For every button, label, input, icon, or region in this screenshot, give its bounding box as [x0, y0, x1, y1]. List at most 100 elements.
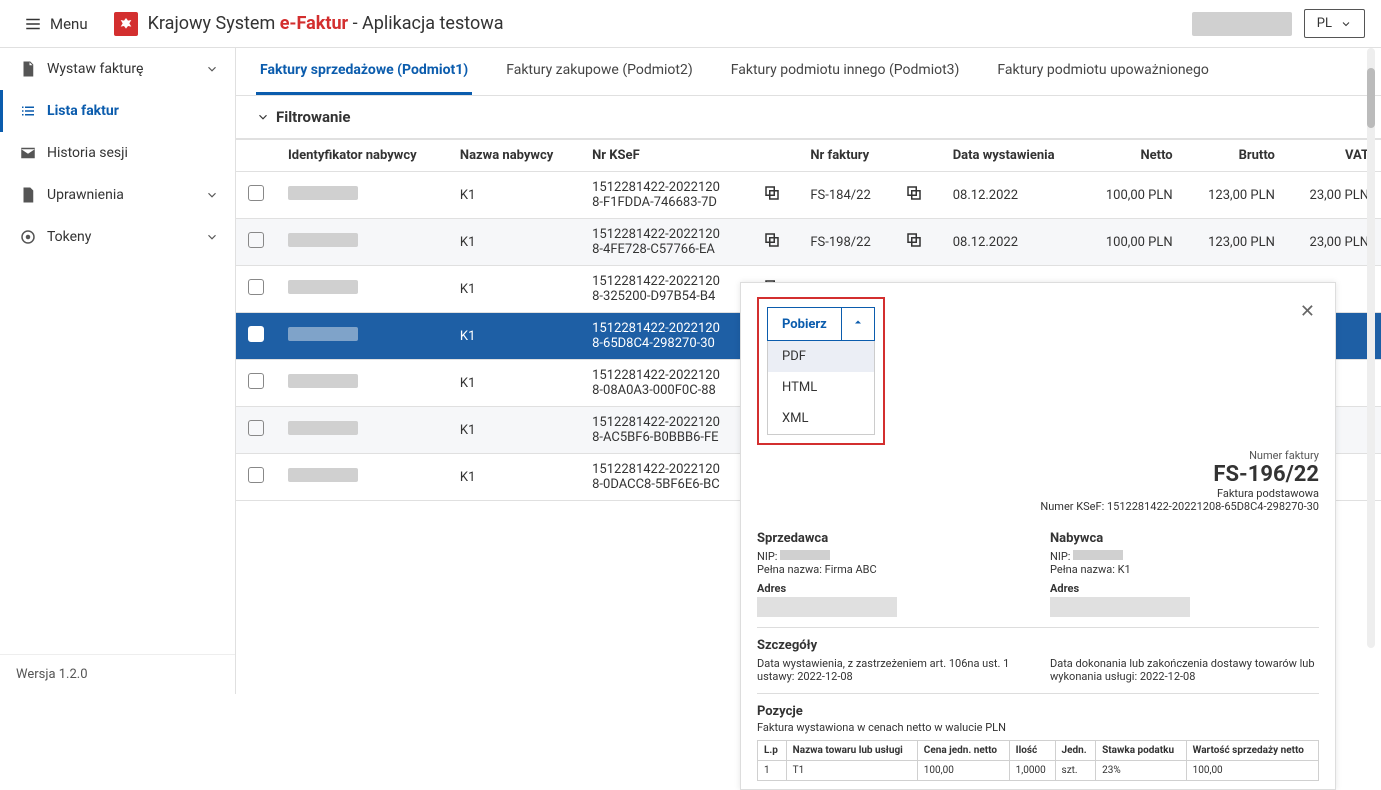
file-icon: [19, 186, 37, 204]
cell-buyer: K1: [448, 172, 580, 219]
redacted: [757, 597, 897, 617]
positions-block: Pozycje Faktura wystawiona w cenach nett…: [757, 704, 1319, 781]
table-row[interactable]: K11512281422-20221208-4FE728-C57766-EAFS…: [236, 219, 1381, 266]
document-icon: [19, 60, 37, 78]
cell-buyer: K1: [448, 266, 580, 313]
app-title: Krajowy System e-Faktur - Aplikacja test…: [148, 13, 504, 34]
chevron-up-icon: [852, 316, 864, 328]
redacted: [1050, 597, 1190, 617]
app-header: Menu Krajowy System e-Faktur - Aplikacja…: [0, 0, 1381, 48]
redacted: [288, 421, 358, 435]
download-button[interactable]: Pobierz: [767, 307, 842, 341]
redacted: [288, 186, 358, 200]
sidebar-item-label: Uprawnienia: [47, 187, 195, 203]
pos-th: Wartość sprzedaży netto: [1186, 741, 1318, 761]
download-option-pdf[interactable]: PDF: [768, 341, 874, 372]
menu-button[interactable]: Menu: [16, 11, 96, 37]
sidebar-item-permissions[interactable]: Uprawnienia: [0, 174, 235, 216]
title-brand-faktur: Faktur: [297, 13, 349, 34]
copy-icon[interactable]: [763, 231, 781, 249]
row-checkbox[interactable]: [248, 326, 264, 342]
copy-icon[interactable]: [763, 184, 781, 202]
positions-heading: Pozycje: [757, 704, 1319, 719]
title-prefix: Krajowy System: [148, 13, 280, 34]
logo-wrap: Krajowy System e-Faktur - Aplikacja test…: [114, 12, 504, 36]
tabs: Faktury sprzedażowe (Podmiot1) Faktury z…: [236, 48, 1381, 96]
pos-th: Stawka podatku: [1096, 741, 1187, 761]
filter-toggle[interactable]: Filtrowanie: [236, 96, 1381, 139]
sidebar-item-label: Historia sesji: [47, 145, 219, 161]
table-row[interactable]: K11512281422-20221208-F1FDDA-746683-7DFS…: [236, 172, 1381, 219]
invoice-type: Faktura podstawowa: [757, 487, 1319, 500]
close-panel-button[interactable]: ✕: [1296, 297, 1319, 326]
sidebar: Wystaw fakturę Lista faktur Historia ses…: [0, 48, 236, 694]
invoice-nr-label: Numer faktury: [757, 449, 1319, 462]
sidebar-item-label: Wystaw fakturę: [47, 61, 195, 77]
details-block: Szczegóły Data wystawienia, z zastrzeżen…: [757, 628, 1319, 694]
hamburger-icon: [24, 15, 42, 33]
chevron-down-icon: [205, 230, 219, 244]
cell-brutto: 123,00 PLN: [1185, 172, 1287, 219]
pos-th: Nazwa towaru lub usługi: [786, 741, 917, 761]
pos-td: 1: [758, 761, 787, 781]
th-netto: Netto: [1082, 140, 1184, 172]
download-highlight: Pobierz PDF HTML XML: [757, 297, 885, 445]
sidebar-item-issue-invoice[interactable]: Wystaw fakturę: [0, 48, 235, 90]
row-checkbox[interactable]: [248, 467, 264, 483]
tab-authorized-entity[interactable]: Faktury podmiotu upoważnionego: [993, 48, 1212, 95]
th-ksef: Nr KSeF: [580, 140, 751, 172]
tab-sales-invoices[interactable]: Faktury sprzedażowe (Podmiot1): [256, 48, 472, 95]
invoice-detail-panel: Pobierz PDF HTML XML ✕ Numer faktury FS-…: [740, 282, 1336, 790]
cell-buyer: K1: [448, 407, 580, 454]
cell-buyer: K1: [448, 219, 580, 266]
redacted: [288, 374, 358, 388]
cell-ksef: 1512281422-20221208-08A0A3-000F0C-88: [580, 360, 751, 407]
sidebar-item-tokens[interactable]: Tokeny: [0, 216, 235, 258]
pos-td: szt.: [1055, 761, 1096, 781]
positions-table: L.pNazwa towaru lub usługiCena jedn. net…: [757, 740, 1319, 781]
cell-buyer: K1: [448, 360, 580, 407]
cell-ksef: 1512281422-20221208-325200-D97B54-B4: [580, 266, 751, 313]
redacted: [288, 280, 358, 294]
row-checkbox[interactable]: [248, 420, 264, 436]
row-checkbox[interactable]: [248, 185, 264, 201]
list-icon: [19, 102, 37, 120]
pos-td: 1,0000: [1009, 761, 1055, 781]
pos-td: T1: [786, 761, 917, 781]
invoice-nr: FS-196/22: [757, 462, 1319, 487]
invoice-ksef: Numer KSeF: 1512281422-20221208-65D8C4-2…: [757, 500, 1319, 513]
tab-other-entity[interactable]: Faktury podmiotu innego (Podmiot3): [727, 48, 964, 95]
copy-icon[interactable]: [905, 231, 923, 249]
cell-brutto: 123,00 PLN: [1185, 219, 1287, 266]
scrollbar[interactable]: [1367, 48, 1375, 648]
download-caret-button[interactable]: [842, 307, 875, 341]
pos-th: Cena jedn. netto: [917, 741, 1009, 761]
seller-block: Sprzedawca NIP: Pełna nazwa: Firma ABC A…: [757, 531, 1026, 617]
title-suffix: - Aplikacja testowa: [348, 13, 503, 34]
tab-purchase-invoices[interactable]: Faktury zakupowe (Podmiot2): [502, 48, 697, 95]
pos-th: Ilość: [1009, 741, 1055, 761]
row-checkbox[interactable]: [248, 373, 264, 389]
sidebar-item-invoice-list[interactable]: Lista faktur: [0, 90, 235, 132]
scrollbar-thumb[interactable]: [1367, 68, 1375, 128]
language-button[interactable]: PL: [1304, 9, 1365, 38]
row-checkbox[interactable]: [248, 232, 264, 248]
download-option-html[interactable]: HTML: [768, 372, 874, 403]
circle-icon: [19, 228, 37, 246]
cell-ksef: 1512281422-20221208-0DACC8-5BF6E6-BC: [580, 454, 751, 501]
invoice-meta: Numer faktury FS-196/22 Faktura podstawo…: [757, 449, 1319, 513]
chevron-down-icon: [256, 110, 270, 124]
cell-date: 08.12.2022: [941, 219, 1083, 266]
row-checkbox[interactable]: [248, 279, 264, 295]
cell-buyer: K1: [448, 454, 580, 501]
cell-ksef: 1512281422-20221208-65D8C4-298270-30: [580, 313, 751, 360]
sidebar-item-session-history[interactable]: Historia sesji: [0, 132, 235, 174]
copy-icon[interactable]: [905, 184, 923, 202]
pos-td: 23%: [1096, 761, 1187, 781]
pos-th: Jedn.: [1055, 741, 1096, 761]
pos-td: 100,00: [917, 761, 1009, 781]
version-label: Wersja 1.2.0: [0, 654, 235, 694]
redacted: [780, 550, 830, 560]
table-header-row: Identyfikator nabywcy Nazwa nabywcy Nr K…: [236, 140, 1381, 172]
download-option-xml[interactable]: XML: [768, 403, 874, 434]
